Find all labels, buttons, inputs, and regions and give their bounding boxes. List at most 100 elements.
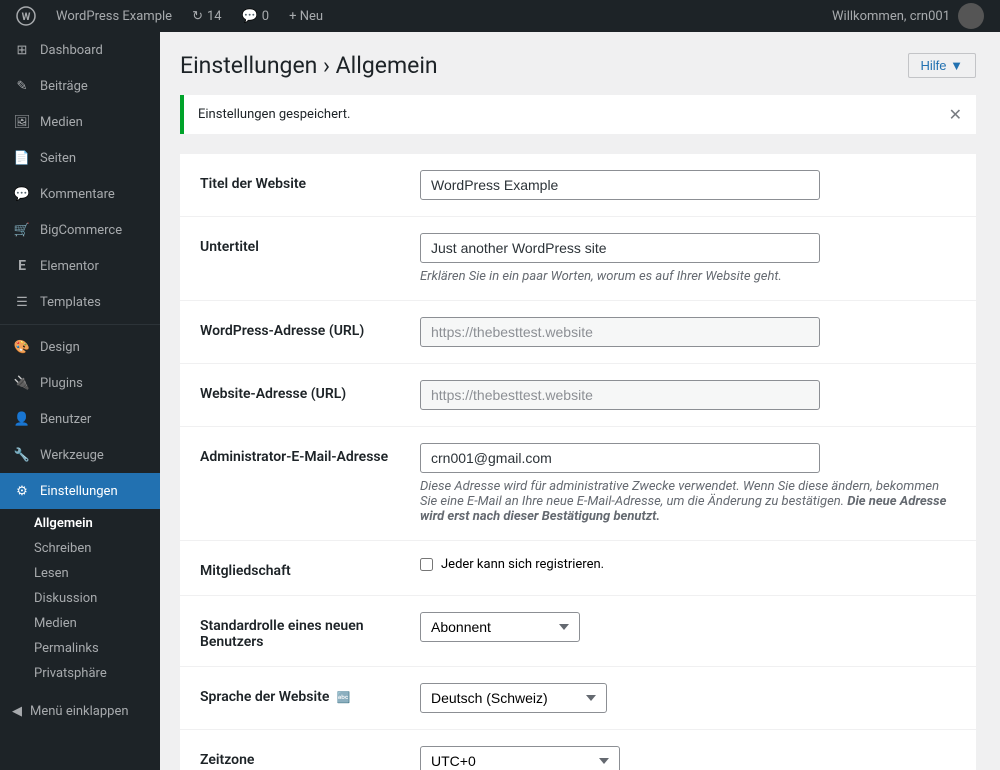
sidebar-item-werkzeuge[interactable]: 🔧 Werkzeuge	[0, 437, 160, 473]
wp-logo[interactable]: W	[8, 0, 44, 32]
settings-icon: ⚙	[12, 481, 32, 501]
page-header: Einstellungen › Allgemein Hilfe ▼	[180, 52, 976, 79]
site-address-row: Website-Adresse (URL)	[180, 364, 976, 427]
wp-address-input[interactable]	[420, 317, 820, 347]
wp-address-label: WordPress-Adresse (URL)	[200, 317, 420, 339]
bigcommerce-icon: 🛒	[12, 220, 32, 240]
notice-close-button[interactable]: ✕	[949, 105, 962, 124]
wordpress-icon: W	[16, 6, 36, 26]
design-icon: 🎨	[12, 337, 32, 357]
sidebar-item-einstellungen[interactable]: ⚙ Einstellungen	[0, 473, 160, 509]
plugins-icon: 🔌	[12, 373, 32, 393]
svg-text:W: W	[22, 12, 31, 23]
subtitle-hint: Erklären Sie in ein paar Worten, worum e…	[420, 269, 956, 284]
timezone-field: UTC+0 UTC+1 UTC+2 UTC-5	[420, 746, 956, 770]
sidebar-item-benutzer[interactable]: 👤 Benutzer	[0, 401, 160, 437]
dashboard-icon: ⊞	[12, 40, 32, 60]
media-icon: 🖼	[12, 112, 32, 132]
settings-form: Titel der Website Untertitel Erklären Si…	[180, 154, 976, 770]
site-language-field: Deutsch (Schweiz) Deutsch (Deutschland) …	[420, 683, 956, 713]
sidebar-sub-privatsphaere[interactable]: Privatsphäre	[0, 661, 160, 686]
default-role-select[interactable]: Abonnent Autor Redakteur Administrator	[420, 612, 580, 642]
comments-button[interactable]: 💬 0	[234, 0, 278, 32]
sidebar-item-design[interactable]: 🎨 Design	[0, 329, 160, 365]
elementor-icon: E	[12, 256, 32, 276]
sidebar-sub-medien[interactable]: Medien	[0, 611, 160, 636]
updates-icon: ↻	[192, 9, 203, 24]
sidebar-sub-lesen[interactable]: Lesen	[0, 561, 160, 586]
site-address-field	[420, 380, 956, 410]
sidebar-item-beitraege[interactable]: ✎ Beiträge	[0, 68, 160, 104]
sidebar-item-seiten[interactable]: 📄 Seiten	[0, 140, 160, 176]
admin-email-field: Diese Adresse wird für administrative Zw…	[420, 443, 956, 524]
language-icon: 🔤	[337, 691, 351, 704]
sidebar-sub-schreiben[interactable]: Schreiben	[0, 536, 160, 561]
membership-field: Jeder kann sich registrieren.	[420, 557, 956, 572]
subtitle-label: Untertitel	[200, 233, 420, 255]
sidebar-item-medien[interactable]: 🖼 Medien	[0, 104, 160, 140]
collapse-icon: ◀	[12, 704, 22, 719]
site-address-label: Website-Adresse (URL)	[200, 380, 420, 402]
site-title-row: Titel der Website	[180, 154, 976, 217]
admin-email-row: Administrator-E-Mail-Adresse Diese Adres…	[180, 427, 976, 541]
wp-address-row: WordPress-Adresse (URL)	[180, 301, 976, 364]
collapse-menu-button[interactable]: ◀ Menü einklappen	[0, 696, 160, 727]
sidebar-item-plugins[interactable]: 🔌 Plugins	[0, 365, 160, 401]
site-language-label: Sprache der Website 🔤	[200, 683, 420, 705]
comments-nav-icon: 💬	[12, 184, 32, 204]
admin-email-label: Administrator-E-Mail-Adresse	[200, 443, 420, 465]
site-title-label: Titel der Website	[200, 170, 420, 192]
site-title-input[interactable]	[420, 170, 820, 200]
users-icon: 👤	[12, 409, 32, 429]
membership-checkbox[interactable]	[420, 558, 433, 571]
sidebar-sub-allgemein[interactable]: Allgemein	[0, 511, 160, 536]
sidebar-item-bigcommerce[interactable]: 🛒 BigCommerce	[0, 212, 160, 248]
membership-label: Mitgliedschaft	[200, 557, 420, 579]
wp-address-field	[420, 317, 956, 347]
default-role-row: Standardrolle eines neuen Benutzers Abon…	[180, 596, 976, 667]
site-address-input[interactable]	[420, 380, 820, 410]
site-name[interactable]: WordPress Example	[48, 0, 180, 32]
topbar-right: Willkommen, crn001	[824, 0, 992, 32]
timezone-row: Zeitzone UTC+0 UTC+1 UTC+2 UTC-5	[180, 730, 976, 770]
page-title: Einstellungen › Allgemein	[180, 52, 438, 79]
sidebar-item-elementor[interactable]: E Elementor	[0, 248, 160, 284]
sidebar-item-kommentare[interactable]: 💬 Kommentare	[0, 176, 160, 212]
sidebar-sub-diskussion[interactable]: Diskussion	[0, 586, 160, 611]
settings-saved-notice: Einstellungen gespeichert. ✕	[180, 95, 976, 134]
pages-icon: 📄	[12, 148, 32, 168]
sidebar-sub-permalinks[interactable]: Permalinks	[0, 636, 160, 661]
membership-checkbox-row: Jeder kann sich registrieren.	[420, 557, 956, 572]
main-content: Einstellungen › Allgemein Hilfe ▼ Einste…	[160, 32, 1000, 770]
templates-icon: ☰	[12, 292, 32, 312]
membership-checkbox-label: Jeder kann sich registrieren.	[441, 557, 604, 572]
site-language-row: Sprache der Website 🔤 Deutsch (Schweiz) …	[180, 667, 976, 730]
help-button[interactable]: Hilfe ▼	[908, 53, 977, 78]
top-bar: W WordPress Example ↻ 14 💬 0 + Neu Willk…	[0, 0, 1000, 32]
layout: ⊞ Dashboard ✎ Beiträge 🖼 Medien 📄 Seiten…	[0, 32, 1000, 770]
site-language-select[interactable]: Deutsch (Schweiz) Deutsch (Deutschland) …	[420, 683, 607, 713]
new-content-button[interactable]: + Neu	[281, 0, 331, 32]
tools-icon: 🔧	[12, 445, 32, 465]
subtitle-field: Erklären Sie in ein paar Worten, worum e…	[420, 233, 956, 284]
sidebar: ⊞ Dashboard ✎ Beiträge 🖼 Medien 📄 Seiten…	[0, 32, 160, 770]
admin-email-input[interactable]	[420, 443, 820, 473]
settings-submenu: Allgemein Schreiben Lesen Diskussion Med…	[0, 509, 160, 688]
timezone-select[interactable]: UTC+0 UTC+1 UTC+2 UTC-5	[420, 746, 620, 770]
comments-icon: 💬	[242, 9, 258, 24]
admin-email-hint: Diese Adresse wird für administrative Zw…	[420, 479, 956, 524]
sidebar-item-templates[interactable]: ☰ Templates	[0, 284, 160, 320]
posts-icon: ✎	[12, 76, 32, 96]
avatar-icon	[958, 3, 984, 29]
site-title-field	[420, 170, 956, 200]
updates-button[interactable]: ↻ 14	[184, 0, 230, 32]
timezone-label: Zeitzone	[200, 746, 420, 768]
default-role-label: Standardrolle eines neuen Benutzers	[200, 612, 420, 650]
sidebar-item-dashboard[interactable]: ⊞ Dashboard	[0, 32, 160, 68]
subtitle-input[interactable]	[420, 233, 820, 263]
membership-row: Mitgliedschaft Jeder kann sich registrie…	[180, 541, 976, 596]
default-role-field: Abonnent Autor Redakteur Administrator	[420, 612, 956, 642]
welcome-user[interactable]: Willkommen, crn001	[824, 0, 992, 32]
notice-text: Einstellungen gespeichert.	[198, 107, 350, 122]
subtitle-row: Untertitel Erklären Sie in ein paar Wort…	[180, 217, 976, 301]
